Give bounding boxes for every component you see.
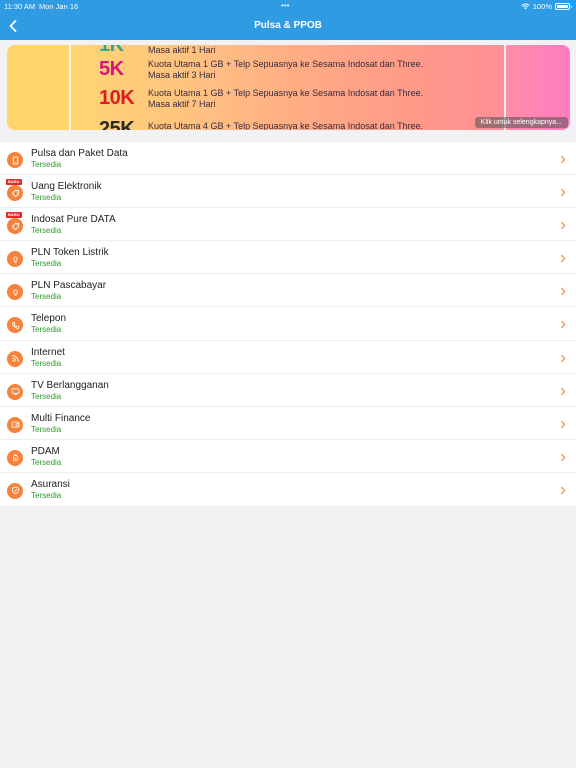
service-title: Internet (31, 346, 65, 358)
new-badge: BARU (6, 212, 22, 219)
service-title: PDAM (31, 445, 60, 457)
battery-icon (555, 3, 572, 10)
banner-more-link[interactable]: Klik untuk selengkapnya... (474, 117, 568, 128)
promo-row: 25K Kuota Utama 4 GB + Telp Sepuasnya ke… (99, 118, 423, 130)
service-status: Tersedia (31, 193, 62, 203)
service-status: Tersedia (31, 325, 62, 335)
promo-validity: Masa aktif 3 Hari (148, 69, 216, 80)
service-title: PLN Token Listrik (31, 247, 109, 259)
tag-icon (7, 185, 23, 202)
service-item[interactable]: PLN Token Listrik Tersedia (0, 241, 576, 275)
promo-desc: Masa aktif 1 Hari (148, 45, 216, 55)
promo-desc: Kuota Utama 1 GB + Telp Sepuasnya ke Ses… (148, 87, 424, 98)
service-item[interactable]: PLN Pascabayar Tersedia (0, 274, 576, 308)
service-title: TV Berlangganan (31, 379, 109, 391)
service-title: Multi Finance (31, 412, 91, 424)
phone-card-icon (7, 152, 23, 168)
chevron-right-icon (561, 221, 566, 230)
service-status: Tersedia (31, 160, 62, 169)
telephone-icon (7, 317, 23, 334)
service-item[interactable]: Internet Tersedia (0, 341, 576, 374)
service-title: Pulsa dan Paket Data (31, 148, 128, 159)
faucet-icon (7, 449, 23, 466)
service-status: Tersedia (31, 490, 62, 500)
service-item[interactable]: BARU Uang Elektronik Tersedia (0, 175, 576, 209)
chevron-right-icon (561, 387, 566, 395)
promo-row: 1K Masa aktif 1 Hari (99, 45, 216, 57)
multitask-dots[interactable]: ••• (281, 1, 289, 10)
service-item[interactable]: Asuransi Tersedia (0, 473, 576, 506)
service-item[interactable]: TV Berlangganan Tersedia (0, 374, 576, 407)
service-status: Tersedia (31, 391, 62, 401)
promo-banner[interactable]: 1K Masa aktif 1 Hari 5K Kuota Utama 1 GB… (7, 45, 570, 130)
service-title: Indosat Pure DATA (31, 214, 116, 226)
tag-icon (7, 218, 23, 235)
service-item[interactable]: Pulsa dan Paket Data Tersedia (0, 142, 576, 176)
chevron-right-icon (561, 288, 566, 296)
banner-left-panel (7, 45, 69, 130)
service-title: Uang Elektronik (31, 181, 102, 193)
battery-percent: 100% (532, 2, 552, 11)
status-bar: 11:30 AM Mon Jan 16 ••• 100% (0, 0, 576, 12)
chevron-right-icon (561, 420, 566, 428)
promo-amount: 1K (99, 45, 124, 56)
chevron-right-icon (561, 321, 566, 329)
chevron-right-icon (561, 155, 566, 164)
chevron-right-icon (561, 354, 566, 362)
banner-divider (69, 45, 71, 130)
service-status: Tersedia (31, 358, 62, 368)
service-status: Tersedia (31, 292, 62, 302)
bulb-icon (7, 284, 23, 301)
promo-amount: 5K (99, 58, 124, 80)
service-status: Tersedia (31, 259, 62, 269)
wallet-icon (7, 416, 23, 433)
shield-icon (7, 482, 23, 499)
status-date: Mon Jan 16 (39, 2, 79, 11)
new-badge: BARU (6, 179, 22, 186)
tv-icon (7, 383, 23, 400)
promo-row: 5K Kuota Utama 1 GB + Telp Sepuasnya ke … (99, 58, 423, 81)
rss-icon (7, 350, 23, 367)
service-status: Tersedia (31, 226, 62, 236)
promo-desc: Kuota Utama 1 GB + Telp Sepuasnya ke Ses… (148, 58, 424, 69)
service-list: Pulsa dan Paket Data Tersedia BARU Uang Ele… (0, 142, 576, 507)
service-status: Tersedia (31, 424, 62, 434)
page-title: Pulsa & PPOB (254, 20, 322, 31)
status-time: 11:30 AM (4, 2, 36, 11)
promo-validity: Masa aktif 7 Hari (148, 98, 216, 109)
chevron-right-icon (561, 486, 566, 495)
service-item[interactable]: BARU Indosat Pure DATA Tersedia (0, 208, 576, 242)
chevron-right-icon (561, 255, 566, 263)
promo-amount: 25K (99, 118, 135, 130)
service-title: PLN Pascabayar (31, 280, 107, 292)
navigation-header: 11:30 AM Mon Jan 16 ••• 100% Pulsa & PPO… (0, 0, 576, 40)
status-right: 100% (521, 2, 572, 11)
service-item[interactable]: Multi Finance Tersedia (0, 407, 576, 440)
promo-row: 10K Kuota Utama 1 GB + Telp Sepuasnya ke… (99, 87, 423, 110)
chevron-right-icon (561, 453, 566, 462)
wifi-icon (521, 3, 530, 10)
service-item[interactable]: Telepon Tersedia (0, 307, 576, 341)
promo-desc: Kuota Utama 4 GB + Telp Sepuasnya ke Ses… (148, 121, 424, 130)
service-item[interactable]: PDAM Tersedia (0, 440, 576, 473)
promo-amount: 10K (99, 87, 135, 109)
bulb-icon (7, 251, 23, 268)
service-title: Telepon (31, 313, 67, 325)
chevron-right-icon (561, 188, 566, 197)
service-title: Asuransi (31, 478, 70, 490)
service-status: Tersedia (31, 457, 62, 467)
